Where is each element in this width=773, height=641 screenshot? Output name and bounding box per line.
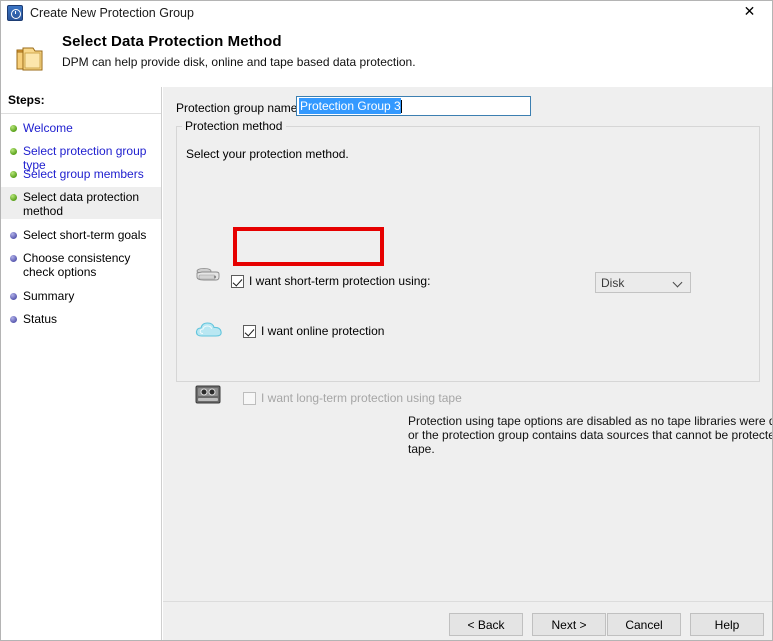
sidebar-item-choose-consistency-check-options[interactable]: Choose consistency check options <box>1 248 161 282</box>
step-bullet-icon <box>10 232 17 239</box>
tape-icon <box>194 383 222 409</box>
step-bullet-icon <box>10 148 17 155</box>
tape-disabled-note: Protection using tape options are disabl… <box>408 414 772 456</box>
sidebar-item-welcome[interactable]: Welcome <box>1 118 161 138</box>
step-bullet-icon <box>10 316 17 323</box>
main-panel: Protection group name: Protection Group … <box>163 87 772 640</box>
steps-heading: Steps: <box>8 93 45 107</box>
cancel-button[interactable]: Cancel <box>607 613 681 636</box>
short-term-protection-checkbox[interactable] <box>231 275 244 288</box>
sidebar-item-select-short-term-goals[interactable]: Select short-term goals <box>1 225 161 245</box>
step-bullet-icon <box>10 125 17 132</box>
steps-sidebar: Steps: Welcome Select protection group t… <box>1 87 162 640</box>
online-protection-highlight <box>233 227 384 266</box>
cloud-icon <box>194 317 222 343</box>
short-term-protection-label: I want short-term protection using: <box>249 274 431 288</box>
wizard-header: Select Data Protection Method DPM can he… <box>1 24 772 87</box>
window-title: Create New Protection Group <box>30 5 194 20</box>
sidebar-item-select-group-members[interactable]: Select group members <box>1 164 161 184</box>
step-bullet-icon <box>10 194 17 201</box>
protection-method-hint: Select your protection method. <box>186 147 349 161</box>
sidebar-item-label: Welcome <box>23 121 73 135</box>
folder-icon <box>15 45 45 73</box>
dpm-clock-icon <box>7 4 23 21</box>
protection-group-name-label: Protection group name: <box>176 101 301 115</box>
close-icon[interactable]: ✕ <box>727 1 772 23</box>
sidebar-item-summary[interactable]: Summary <box>1 286 161 306</box>
create-protection-group-window: Create New Protection Group ✕ Select Dat… <box>0 0 773 641</box>
help-button[interactable]: Help <box>690 613 764 636</box>
sidebar-item-label: Select data protection method <box>23 190 140 218</box>
page-title: Select Data Protection Method <box>62 33 282 50</box>
back-button[interactable]: < Back <box>449 613 523 636</box>
online-protection-checkbox[interactable] <box>243 325 256 338</box>
long-term-tape-checkbox[interactable] <box>243 392 256 405</box>
protection-group-name-input[interactable]: Protection Group 3 <box>296 96 531 116</box>
title-bar: Create New Protection Group ✕ <box>1 1 772 24</box>
sidebar-item-label: Select short-term goals <box>23 228 147 242</box>
short-term-media-dropdown[interactable]: Disk <box>595 272 691 293</box>
steps-divider <box>1 113 161 114</box>
sidebar-item-select-data-protection-method[interactable]: Select data protection method <box>1 187 161 219</box>
short-term-media-value: Disk <box>601 275 625 290</box>
long-term-tape-label: I want long-term protection using tape <box>261 391 462 405</box>
sidebar-item-label: Status <box>23 312 58 326</box>
step-bullet-icon <box>10 255 17 262</box>
step-bullet-icon <box>10 293 17 300</box>
protection-method-legend: Protection method <box>182 119 287 133</box>
step-bullet-icon <box>10 171 17 178</box>
sidebar-item-label: Choose consistency check options <box>23 251 131 279</box>
footer-bar: < Back Next > Cancel Help <box>163 602 772 640</box>
text-caret <box>400 99 402 113</box>
sidebar-item-label: Summary <box>23 289 75 303</box>
disk-icon <box>194 264 222 290</box>
next-button[interactable]: Next > <box>532 613 606 636</box>
page-subtitle: DPM can help provide disk, online and ta… <box>62 55 416 69</box>
protection-group-name-value: Protection Group 3 <box>299 98 401 114</box>
chevron-down-icon <box>672 277 683 288</box>
sidebar-item-status[interactable]: Status <box>1 309 161 329</box>
online-protection-label: I want online protection <box>261 324 385 338</box>
sidebar-item-label: Select group members <box>23 167 144 181</box>
